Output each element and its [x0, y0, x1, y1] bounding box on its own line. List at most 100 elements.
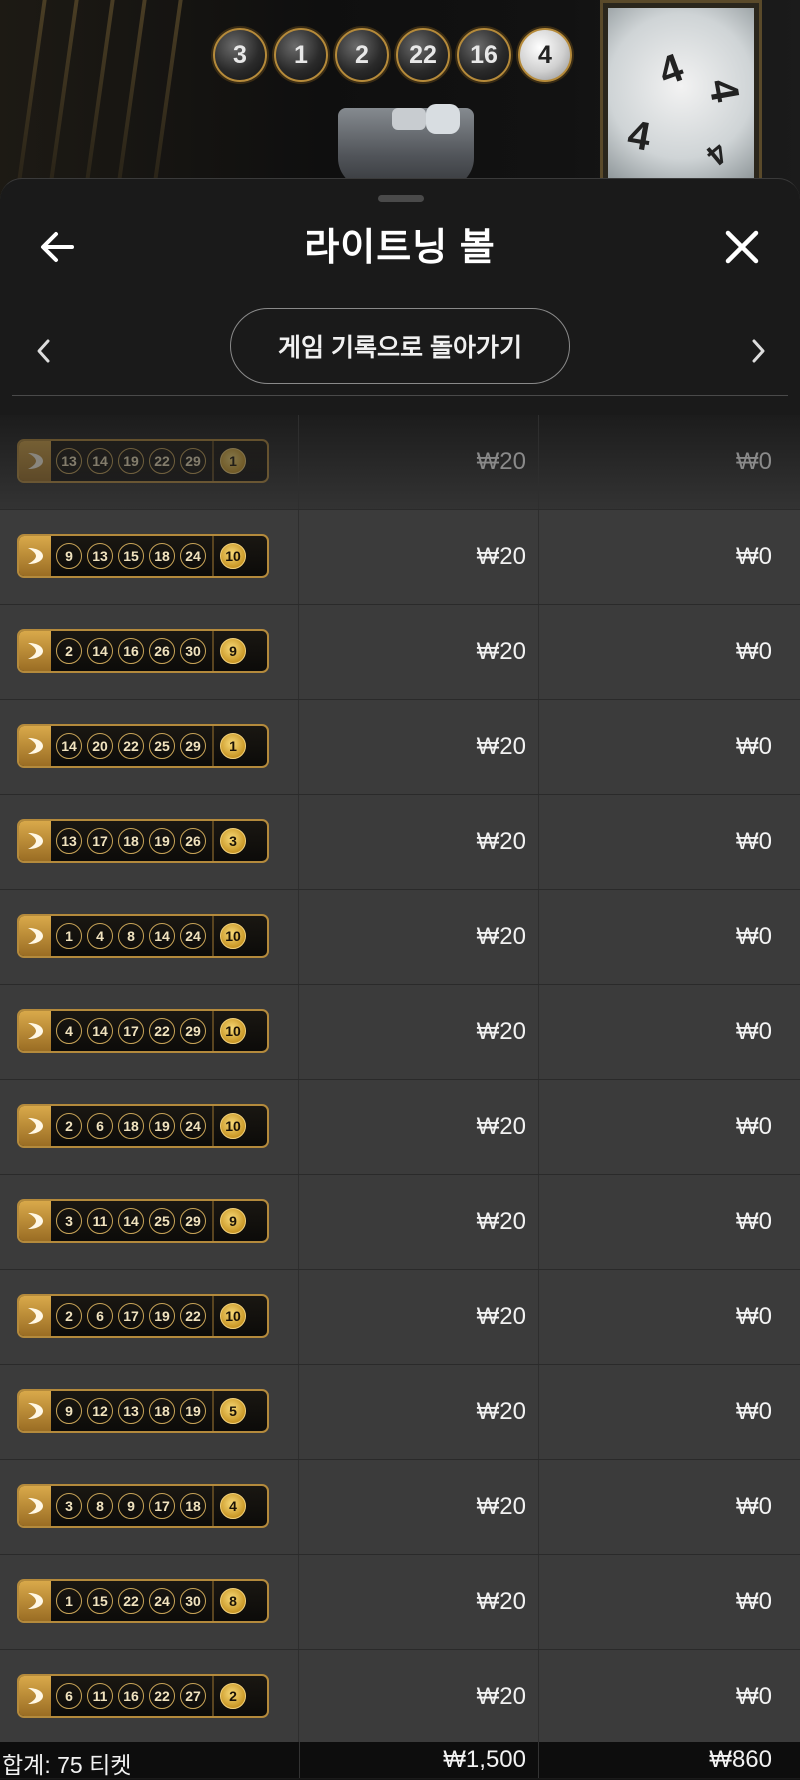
ticket-numbers: 6 11 16 22 27 — [51, 1683, 206, 1709]
ticket-win: ₩0 — [736, 1683, 772, 1710]
ticket-cell: 2 14 16 26 30 9 — [0, 605, 299, 699]
drawn-ball: 3 — [213, 28, 267, 82]
ticket-win: ₩0 — [736, 1113, 772, 1140]
back-button[interactable] — [34, 223, 82, 271]
ball-machine-part — [392, 108, 426, 130]
ticket-numbers: 9 12 13 18 19 — [51, 1398, 206, 1424]
ticket-number: 29 — [180, 1018, 206, 1044]
ticket-cell: 13 17 18 19 26 3 — [0, 795, 299, 889]
ticket-number: 18 — [180, 1493, 206, 1519]
ticket-number: 1 — [56, 923, 82, 949]
ticket-number: 14 — [87, 1018, 113, 1044]
ticket-number: 20 — [87, 733, 113, 759]
ticket: 13 14 19 22 29 1 — [17, 439, 269, 483]
page-title: 라이트닝 볼 — [304, 227, 496, 269]
ticket-number: 2 — [56, 1113, 82, 1139]
ticket-row: 6 11 16 22 27 2 ₩20 ₩0 — [0, 1650, 800, 1745]
ticket-multiplier-ball: 9 — [220, 1208, 246, 1234]
decor-stripe — [150, 0, 186, 200]
ticket-bet: ₩20 — [299, 510, 539, 604]
ticket-win: ₩0 — [736, 1018, 772, 1045]
ticket-separator — [212, 441, 214, 481]
ticket-number: 4 — [87, 923, 113, 949]
ticket-bet: ₩20 — [299, 1365, 539, 1459]
ticket-separator — [212, 1676, 214, 1716]
ticket-separator — [212, 1486, 214, 1526]
ticket-number: 6 — [87, 1113, 113, 1139]
ticket-cell: 3 11 14 25 29 9 — [0, 1175, 299, 1269]
ticket-row: 2 14 16 26 30 9 ₩20 ₩0 — [0, 605, 800, 700]
decor-stripe — [14, 0, 50, 200]
ticket-bet: ₩20 — [299, 1460, 539, 1554]
ticket-number: 14 — [87, 448, 113, 474]
back-to-history-button[interactable]: 게임 기록으로 돌아가기 — [230, 308, 570, 384]
ticket-separator — [212, 916, 214, 956]
ticket-numbers: 2 6 17 19 22 — [51, 1303, 206, 1329]
ticket-multiplier-ball: 10 — [220, 543, 246, 569]
decor-stripe — [82, 0, 118, 200]
ticket-number: 16 — [118, 638, 144, 664]
ticket-number: 11 — [87, 1683, 113, 1709]
lightning-logo-icon — [19, 1391, 51, 1431]
ticket-number: 19 — [149, 1113, 175, 1139]
ticket-multiplier-ball: 5 — [220, 1398, 246, 1424]
lightning-logo-icon — [19, 1106, 51, 1146]
ticket-win: ₩0 — [736, 1208, 772, 1235]
lightning-logo-icon — [19, 1676, 51, 1716]
ticket-number: 4 — [56, 1018, 82, 1044]
ticket-cell: 2 6 18 19 24 10 — [0, 1080, 299, 1174]
ticket-multiplier-ball: 2 — [220, 1683, 246, 1709]
ticket-number: 25 — [149, 1208, 175, 1234]
ticket-row: 3 11 14 25 29 9 ₩20 ₩0 — [0, 1175, 800, 1270]
ticket: 3 8 9 17 18 4 — [17, 1484, 269, 1528]
ticket-row: 2 6 17 19 22 10 ₩20 ₩0 — [0, 1270, 800, 1365]
live-video-area: 4 4 4 4 3 1 2 22 16 4 — [0, 0, 800, 200]
ticket-numbers: 1 4 8 14 24 — [51, 923, 206, 949]
ticket: 1 15 22 24 30 8 — [17, 1579, 269, 1623]
ticket-multiplier-ball: 9 — [220, 638, 246, 664]
ticket: 1 4 8 14 24 10 — [17, 914, 269, 958]
previous-round-button[interactable] — [28, 331, 58, 371]
sheet-drag-handle[interactable] — [378, 195, 424, 202]
ticket-number: 29 — [180, 1208, 206, 1234]
screen-digit: 4 — [624, 112, 654, 160]
ticket-cell: 1 15 22 24 30 8 — [0, 1555, 299, 1649]
ticket-number: 18 — [118, 828, 144, 854]
ticket-separator — [212, 1296, 214, 1336]
total-bet: ₩1,500 — [299, 1742, 539, 1778]
ticket-cell: 9 13 15 18 24 10 — [0, 510, 299, 604]
ticket-win: ₩0 — [736, 1493, 772, 1520]
ticket-number: 9 — [56, 543, 82, 569]
ticket-separator — [212, 1011, 214, 1051]
ticket: 2 6 18 19 24 10 — [17, 1104, 269, 1148]
ticket-row: 1 15 22 24 30 8 ₩20 ₩0 — [0, 1555, 800, 1650]
ticket-cell: 14 20 22 25 29 1 — [0, 700, 299, 794]
ticket-separator — [212, 536, 214, 576]
ticket-number: 17 — [118, 1018, 144, 1044]
ticket-numbers: 14 20 22 25 29 — [51, 733, 206, 759]
close-button[interactable] — [718, 223, 766, 271]
ticket-bet: ₩20 — [299, 1555, 539, 1649]
ticket-number: 19 — [180, 1398, 206, 1424]
ticket-separator — [212, 1391, 214, 1431]
ticket-multiplier-ball: 10 — [220, 1303, 246, 1329]
ticket-multiplier-ball: 10 — [220, 1018, 246, 1044]
ticket-number: 14 — [56, 733, 82, 759]
ticket-row: 14 20 22 25 29 1 ₩20 ₩0 — [0, 700, 800, 795]
next-round-button[interactable] — [744, 331, 774, 371]
ticket-separator — [212, 1201, 214, 1241]
ticket-number: 29 — [180, 733, 206, 759]
ticket-separator — [212, 1581, 214, 1621]
ticket-multiplier-ball: 8 — [220, 1588, 246, 1614]
draw-screen: 4 4 4 4 — [608, 8, 754, 182]
ticket-number: 22 — [149, 1683, 175, 1709]
ticket-row: 13 14 19 22 29 1 ₩20 ₩0 — [0, 415, 800, 510]
ticket-number: 24 — [149, 1588, 175, 1614]
ticket: 13 17 18 19 26 3 — [17, 819, 269, 863]
ticket-multiplier-ball: 10 — [220, 1113, 246, 1139]
ticket-cell: 13 14 19 22 29 1 — [0, 415, 299, 509]
ticket: 2 14 16 26 30 9 — [17, 629, 269, 673]
ticket-row: 9 12 13 18 19 5 ₩20 ₩0 — [0, 1365, 800, 1460]
ticket: 9 13 15 18 24 10 — [17, 534, 269, 578]
ticket-number: 17 — [118, 1303, 144, 1329]
